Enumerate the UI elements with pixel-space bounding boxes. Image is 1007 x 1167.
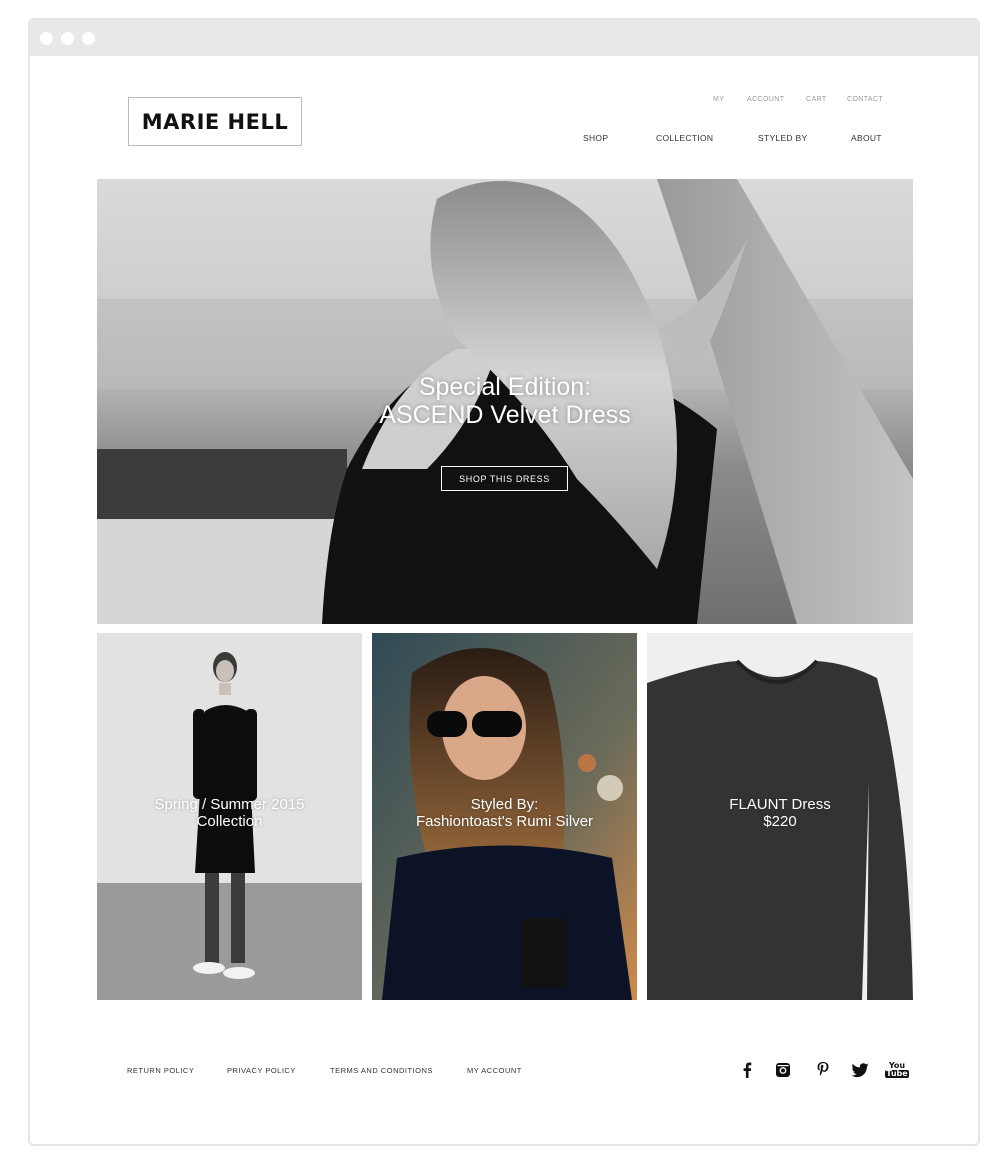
window-minimize-dot[interactable] [61,32,74,45]
shop-this-dress-button[interactable]: SHOP THIS DRESS [441,466,568,491]
footer-return-policy-link[interactable]: RETURN POLICY [127,1066,194,1075]
tile-product-price: $220 [763,813,797,830]
util-nav-contact[interactable]: CONTACT [847,96,883,103]
tile-product[interactable]: FLAUNT Dress $220 [647,633,913,1000]
window-titlebar [30,20,978,56]
footer-my-account-link[interactable]: MY ACCOUNT [467,1066,522,1075]
footer-privacy-policy-link[interactable]: PRIVACY POLICY [227,1066,296,1075]
hero-title-line1: Special Edition: [418,373,592,401]
instagram-icon[interactable] [772,1059,794,1081]
util-nav-my[interactable]: MY [713,96,724,103]
tile-styled-by[interactable]: Styled By: Fashiontoast's Rumi Silver [372,633,637,1000]
util-nav-cart[interactable]: CART [806,96,827,103]
nav-styled-by[interactable]: STYLED BY [758,133,807,143]
nav-shop[interactable]: SHOP [583,133,608,143]
facebook-icon[interactable] [736,1059,758,1081]
util-nav-account[interactable]: ACCOUNT [747,96,784,103]
browser-window: MARIE HELL MY ACCOUNT CART CONTACT SHOP … [28,18,980,1146]
twitter-icon[interactable] [849,1059,871,1081]
window-close-dot[interactable] [40,32,53,45]
brand-logo-text: MARIE HELL [141,109,289,134]
window-maximize-dot[interactable] [82,32,95,45]
brand-logo[interactable]: MARIE HELL [128,97,302,146]
youtube-icon-line2: Tube [885,1069,909,1078]
tile-collection[interactable]: Spring / Summer 2015 Collection [97,633,362,1000]
tile-collection-line1: Spring / Summer 2015 [154,796,305,813]
tile-styled-by-line2: Fashiontoast's Rumi Silver [415,813,594,830]
hero-title-line2: ASCEND Velvet Dress [379,401,631,429]
tile-collection-line2: Collection [196,813,263,830]
pinterest-icon[interactable] [812,1059,834,1081]
youtube-icon[interactable]: You Tube [885,1059,909,1081]
nav-about[interactable]: ABOUT [851,133,882,143]
tile-product-name: FLAUNT Dress [729,796,831,813]
web-page: MARIE HELL MY ACCOUNT CART CONTACT SHOP … [30,56,978,1144]
tile-styled-by-line1: Styled By: [470,796,539,813]
hero-banner[interactable]: Special Edition: ASCEND Velvet Dress SHO… [97,179,913,624]
footer-terms-link[interactable]: TERMS AND CONDITIONS [330,1066,433,1075]
nav-collection[interactable]: COLLECTION [656,133,713,143]
